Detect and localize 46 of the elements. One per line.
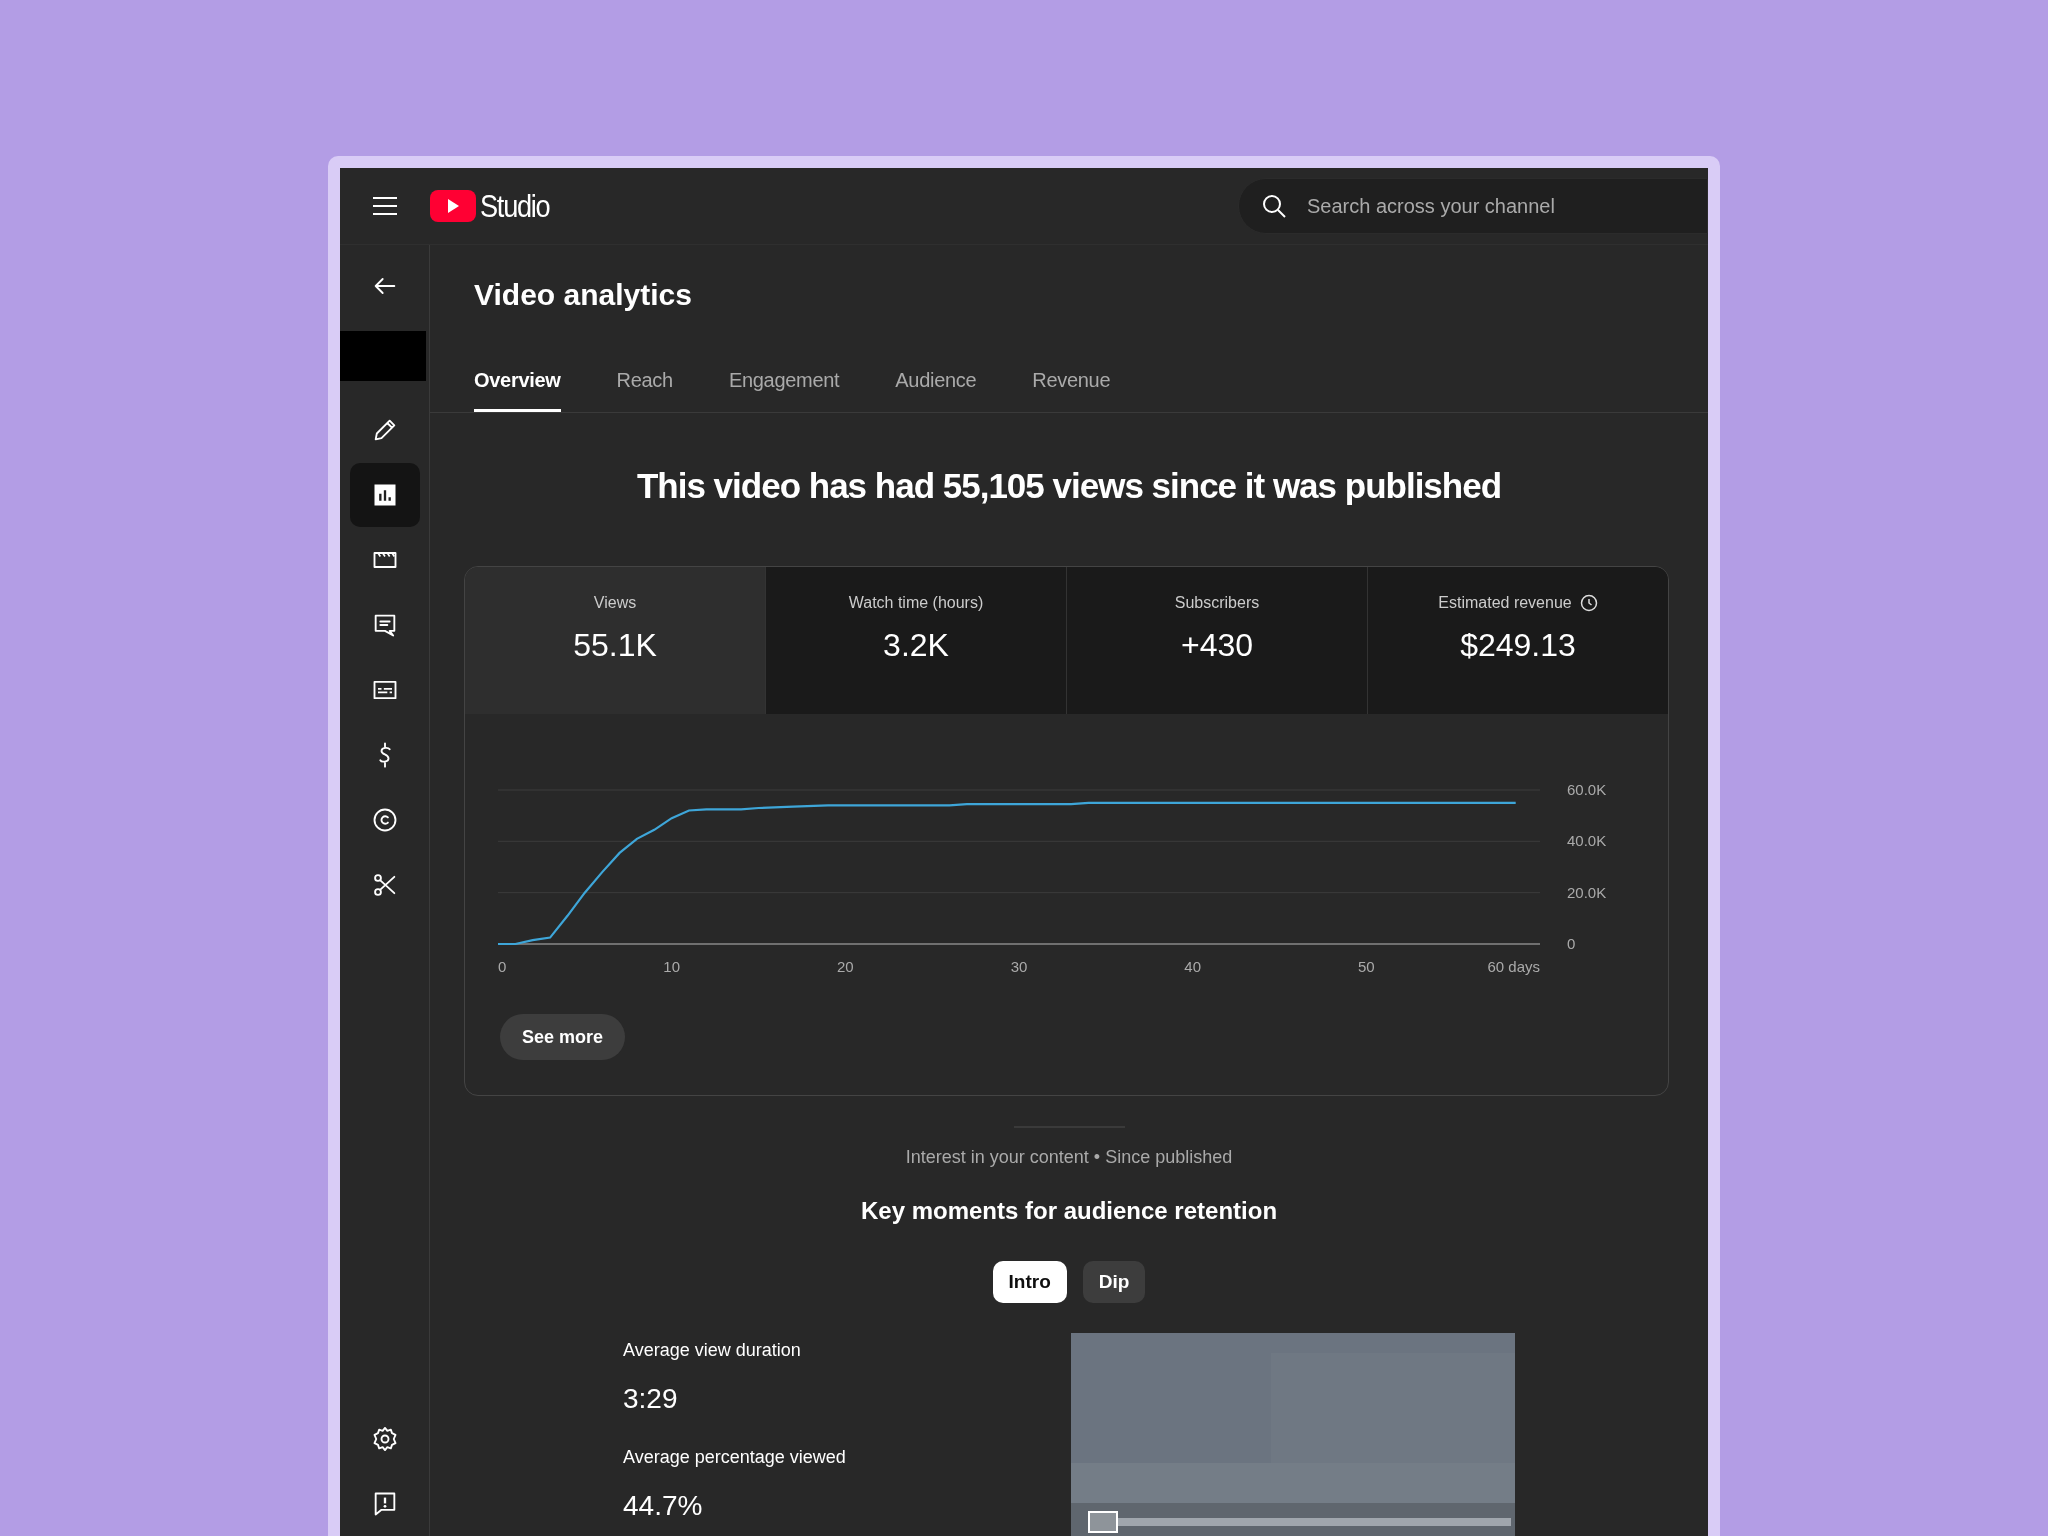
x-tick-label: 0	[498, 958, 507, 975]
tab[interactable]: Overview	[474, 357, 561, 412]
stat-value: 55.1K	[572, 626, 658, 665]
stat-label: Estimated revenue	[1438, 593, 1572, 613]
headline: This video has had 55,105 views since it was published	[635, 465, 1503, 507]
caption: Interest in your content • Since published	[904, 1146, 1234, 1169]
x-tick-label: 10	[663, 958, 680, 975]
tab[interactable]: Audience	[895, 357, 977, 412]
see-more-button[interactable]: See more	[500, 1014, 626, 1060]
page-title: Video analytics	[474, 277, 693, 313]
y-tick-label: 20.0K	[1567, 883, 1607, 901]
tab[interactable]: Engagement	[728, 357, 840, 412]
x-tick-label: 40	[1184, 958, 1201, 975]
stat-label: Watch time (hours)	[848, 593, 984, 613]
stat-value: 3.2K	[882, 626, 950, 665]
x-tick-label: 50	[1358, 958, 1375, 975]
x-tick-label: 30	[1010, 958, 1028, 975]
metric-value: 3:29	[623, 1382, 679, 1416]
stat-value: $249.13	[1459, 626, 1577, 665]
metric-label: Average view duration	[623, 1339, 802, 1362]
search-field[interactable]: Search across your channel	[1305, 190, 1665, 222]
play-logo-icon	[430, 190, 476, 222]
tab[interactable]: Revenue	[1032, 357, 1111, 412]
stat-tile[interactable]: Watch time (hours) 3.2K	[765, 567, 1066, 714]
logo-text: Studio	[480, 187, 550, 226]
chip[interactable]: Intro	[992, 1261, 1067, 1303]
y-tick-label: 40.0K	[1567, 832, 1607, 850]
y-tick-label: 0	[1567, 935, 1576, 952]
menu-icon	[371, 195, 399, 217]
section-title: Key moments for audience retention	[859, 1196, 1279, 1226]
y-tick-label: 60.0K	[1567, 781, 1607, 798]
stat-tile[interactable]: Subscribers +430	[1066, 567, 1367, 714]
stat-tile[interactable]: Views 55.1K	[465, 567, 765, 714]
tab[interactable]: Reach	[616, 357, 673, 412]
x-tick-label: 20	[837, 958, 854, 975]
search-bar[interactable]: Search across your channel	[1238, 178, 1708, 234]
metric-value: 44.7%	[623, 1489, 704, 1523]
x-tick-label: 60 days	[1487, 958, 1540, 975]
metric-label: Average percentage viewed	[623, 1446, 847, 1469]
analytics-button[interactable]	[349, 463, 420, 527]
stat-label: Subscribers	[1174, 593, 1260, 613]
search-icon	[1261, 193, 1287, 219]
stat-value: +430	[1179, 626, 1255, 665]
stat-label: Views	[593, 593, 637, 613]
chip[interactable]: Dip	[1082, 1261, 1146, 1303]
stat-tile[interactable]: Estimated revenue $249.13	[1367, 567, 1668, 714]
